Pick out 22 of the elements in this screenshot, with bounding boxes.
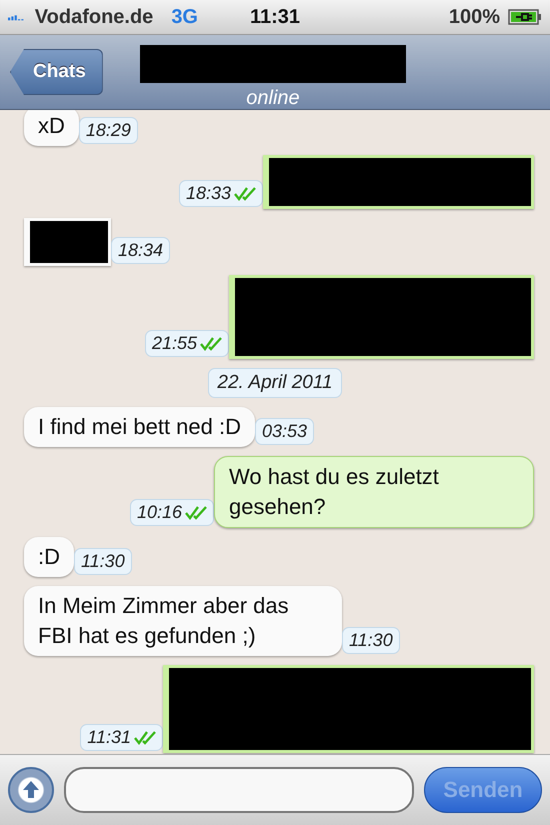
- message-time: 10:16: [136, 502, 182, 523]
- message-input[interactable]: [64, 767, 414, 813]
- contact-status: online: [246, 87, 300, 110]
- attach-button[interactable]: [8, 767, 54, 813]
- network-type: 3G: [171, 6, 198, 28]
- battery-percent: 100%: [448, 6, 500, 28]
- back-button[interactable]: Chats: [10, 49, 103, 95]
- message-time: 18:33: [186, 183, 231, 204]
- message-time: 21:55: [152, 333, 197, 354]
- message-time: 18:29: [86, 120, 131, 141]
- message-time: 11:31: [87, 727, 131, 748]
- message-time: 11:30: [349, 630, 393, 651]
- date-label: 22. April 2011: [208, 368, 342, 398]
- message-text: I find mei bett ned :D: [24, 407, 255, 447]
- clock: 11:31: [250, 6, 300, 28]
- message-time: 18:34: [118, 240, 164, 261]
- carrier-name: Vodafone.de: [34, 6, 154, 28]
- message-time: 03:53: [262, 421, 308, 442]
- message-time: 11:30: [81, 551, 125, 572]
- message-text: In Meim Zimmer aber das FBI hat es gefunden ;): [24, 586, 342, 656]
- message-text: :D: [24, 537, 74, 577]
- message-text: Wo hast du es zuletzt gesehen?: [214, 456, 534, 528]
